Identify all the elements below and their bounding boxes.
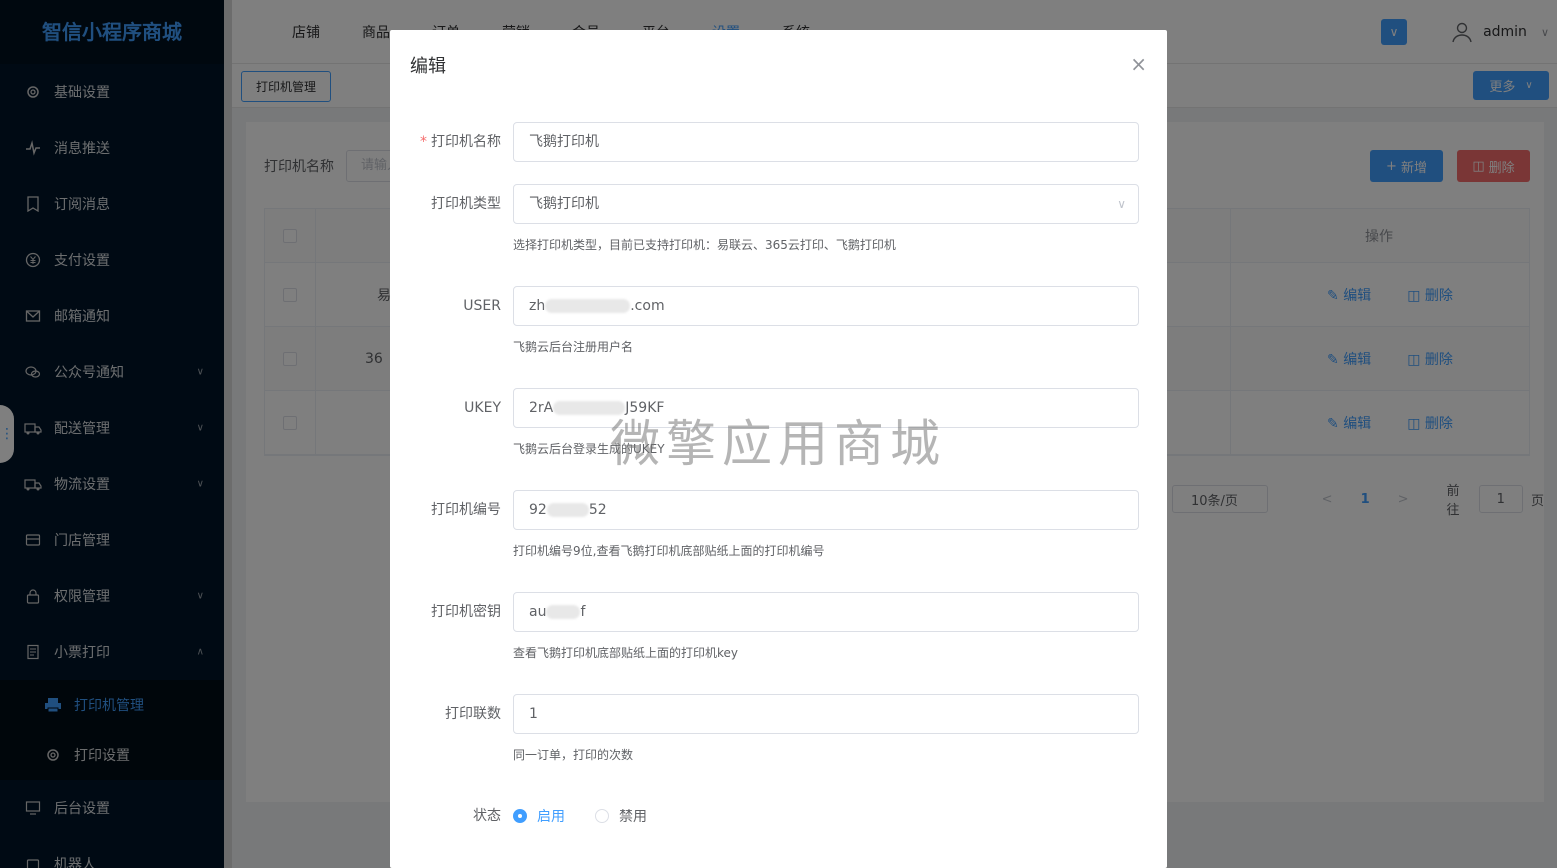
field-label: 打印机类型 bbox=[431, 196, 501, 212]
redacted-mask bbox=[546, 503, 589, 517]
field-hint: 选择打印机类型，目前已支持打印机：易联云、365云打印、飞鹅打印机 bbox=[513, 238, 896, 252]
value-prefix: au bbox=[529, 604, 547, 620]
field-label: USER bbox=[463, 298, 501, 314]
printer-key-input[interactable]: au f bbox=[513, 592, 1139, 632]
printer-type-select[interactable]: 飞鹅打印机 ∨ bbox=[513, 184, 1139, 224]
status-enable-radio[interactable]: 启用 bbox=[513, 806, 565, 826]
dialog-title: 编辑 bbox=[410, 56, 446, 77]
field-label: UKEY bbox=[464, 400, 501, 416]
field-hint: 查看飞鹅打印机底部贴纸上面的打印机key bbox=[513, 646, 739, 660]
printer-sn-input[interactable]: 92 52 bbox=[513, 490, 1139, 530]
field-label: 状态 bbox=[473, 808, 501, 824]
radio-dot bbox=[595, 809, 609, 823]
value-suffix: 52 bbox=[588, 502, 607, 518]
value-suffix: .com bbox=[630, 298, 665, 314]
value-prefix: 92 bbox=[529, 502, 547, 518]
field-label: 打印联数 bbox=[445, 706, 501, 722]
redacted-mask bbox=[545, 299, 631, 313]
print-copies-input[interactable]: 1 bbox=[513, 694, 1139, 734]
field-label: 打印机编号 bbox=[431, 502, 501, 518]
value-prefix: 2rA bbox=[529, 400, 554, 416]
radio-label: 禁用 bbox=[619, 809, 647, 825]
field-label: * 打印机名称 bbox=[390, 122, 501, 162]
field-label-text: 打印机名称 bbox=[431, 134, 501, 150]
required-mark: * bbox=[420, 134, 427, 150]
redacted-mask bbox=[546, 605, 581, 619]
value-prefix: zh bbox=[529, 298, 546, 314]
watermark: 微擎应用商城 bbox=[610, 415, 946, 473]
user-input[interactable]: zh .com bbox=[513, 286, 1139, 326]
select-value: 飞鹅打印机 bbox=[529, 196, 599, 212]
chevron-down-icon: ∨ bbox=[1117, 197, 1126, 211]
radio-dot bbox=[513, 809, 527, 823]
radio-label: 启用 bbox=[537, 809, 565, 825]
field-label: 打印机密钥 bbox=[431, 604, 501, 620]
printer-name-input[interactable]: 飞鹅打印机 bbox=[513, 122, 1139, 162]
close-icon[interactable]: × bbox=[1130, 54, 1147, 74]
status-radio-group: 启用 禁用 bbox=[513, 796, 677, 836]
field-hint: 打印机编号9位,查看飞鹅打印机底部贴纸上面的打印机编号 bbox=[513, 544, 825, 558]
field-hint: 同一订单，打印的次数 bbox=[513, 748, 634, 762]
field-hint: 飞鹅云后台注册用户名 bbox=[513, 340, 634, 354]
status-disable-radio[interactable]: 禁用 bbox=[595, 806, 647, 826]
value-suffix: f bbox=[580, 604, 586, 620]
